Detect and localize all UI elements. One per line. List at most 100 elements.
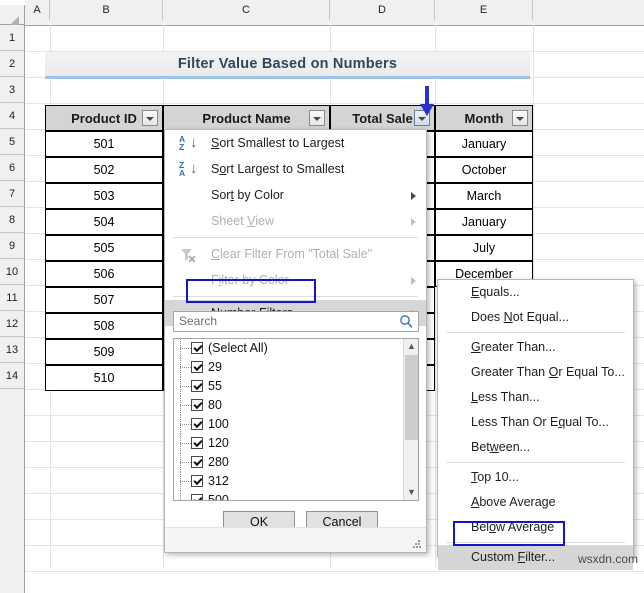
list-item[interactable]: 120	[174, 434, 418, 453]
submenu-item-less-than[interactable]: Less Than...	[438, 385, 633, 410]
list-item[interactable]: 80	[174, 396, 418, 415]
filter-button-month[interactable]	[512, 110, 528, 126]
column-header-f[interactable]	[533, 0, 644, 20]
cell-month[interactable]: October	[435, 157, 533, 183]
checkbox[interactable]	[191, 418, 203, 430]
list-item-label: 80	[208, 398, 222, 412]
list-item[interactable]: (Select All)	[174, 339, 418, 358]
row-header-12[interactable]: 12	[0, 311, 25, 337]
list-item-label: 500	[208, 493, 229, 501]
checkbox[interactable]	[191, 494, 203, 500]
cell-product-id[interactable]: 501	[45, 131, 163, 157]
cell-product-id[interactable]: 502	[45, 157, 163, 183]
chevron-down-icon	[146, 117, 154, 121]
highlight-box-number-filters	[186, 279, 316, 303]
magnifier-icon[interactable]	[399, 314, 414, 332]
resize-grip-icon[interactable]	[413, 540, 421, 548]
submenu-separator	[446, 462, 625, 463]
cell-product-id[interactable]: 505	[45, 235, 163, 261]
submenu-item-equals[interactable]: Equals...	[438, 280, 633, 305]
submenu-item-label: Less Than Or Equal To...	[471, 415, 609, 429]
list-item[interactable]: 312	[174, 472, 418, 491]
row-header-13[interactable]: 13	[0, 337, 25, 363]
row-header-4[interactable]: 4	[0, 103, 25, 129]
menu-item-sort-largest-to-smallest[interactable]: Sort Largest to Smallest Z A ↓	[165, 156, 426, 182]
row-header-3[interactable]: 3	[0, 77, 25, 103]
cell-product-id[interactable]: 504	[45, 209, 163, 235]
column-header-a[interactable]: A	[25, 0, 50, 20]
submenu-item-above-average[interactable]: Above Average	[438, 490, 633, 515]
list-item-label: 100	[208, 417, 229, 431]
submenu-separator	[446, 332, 625, 333]
list-item[interactable]: 280	[174, 453, 418, 472]
list-item-label: (Select All)	[208, 341, 268, 355]
submenu-item-label: Above Average	[471, 495, 556, 509]
submenu-item-between[interactable]: Between...	[438, 435, 633, 460]
cell-product-id[interactable]: 509	[45, 339, 163, 365]
filter-button-product-name[interactable]	[309, 110, 325, 126]
row-header-8[interactable]: 8	[0, 207, 25, 233]
scroll-up-icon[interactable]: ▲	[404, 339, 418, 354]
row-header-6[interactable]: 6	[0, 155, 25, 181]
checkbox[interactable]	[191, 456, 203, 468]
row-header-9[interactable]: 9	[0, 233, 25, 259]
checkbox[interactable]	[191, 475, 203, 487]
column-header-b[interactable]: B	[50, 0, 163, 20]
cell-month[interactable]: January	[435, 209, 533, 235]
cell-product-id[interactable]: 508	[45, 313, 163, 339]
autofilter-dropdown-panel: Sort Smallest to Largest A Z ↓ Sort Largest …	[164, 129, 427, 553]
scrollbar-thumb[interactable]	[405, 355, 418, 440]
checkbox[interactable]	[191, 361, 203, 373]
submenu-item-less-than-or-equal-to[interactable]: Less Than Or Equal To...	[438, 410, 633, 435]
scroll-down-icon[interactable]: ▼	[404, 485, 418, 500]
submenu-item-label: Equals...	[471, 285, 520, 299]
cell-month[interactable]: January	[435, 131, 533, 157]
filter-value-list[interactable]: (Select All) 29 55 80 100 120 280 312 500 ▲ ▼	[173, 338, 419, 501]
submenu-item-does-not-equal[interactable]: Does Not Equal...	[438, 305, 633, 330]
cell-month[interactable]: July	[435, 235, 533, 261]
row-header-5[interactable]: 5	[0, 129, 25, 155]
list-scrollbar[interactable]: ▲ ▼	[403, 339, 418, 500]
menu-item-sort-smallest-to-largest[interactable]: Sort Smallest to Largest A Z ↓	[165, 130, 426, 156]
list-item[interactable]: 55	[174, 377, 418, 396]
filter-value-rows: (Select All) 29 55 80 100 120 280 312 500	[174, 339, 418, 501]
row-header-14[interactable]: 14	[0, 363, 25, 389]
list-item-label: 55	[208, 379, 222, 393]
sheet-title-banner: Filter Value Based on Numbers	[45, 52, 530, 79]
row-header-11[interactable]: 11	[0, 285, 25, 311]
row-header-10[interactable]: 10	[0, 259, 25, 285]
column-header-c[interactable]: C	[163, 0, 330, 20]
column-header-d[interactable]: D	[330, 0, 435, 20]
list-item[interactable]: 29	[174, 358, 418, 377]
row-header-1[interactable]: 1	[0, 25, 25, 51]
select-all-corner[interactable]	[0, 5, 25, 25]
submenu-item-greater-than[interactable]: Greater Than...	[438, 335, 633, 360]
page-title: Filter Value Based on Numbers	[177, 56, 398, 72]
search-input[interactable]: Search	[173, 311, 419, 332]
list-item-label: 280	[208, 455, 229, 469]
checkbox[interactable]	[191, 437, 203, 449]
filter-button-product-id[interactable]	[142, 110, 158, 126]
column-header-e[interactable]: E	[435, 0, 533, 20]
submenu-item-greater-than-or-equal-to[interactable]: Greater Than Or Equal To...	[438, 360, 633, 385]
list-item[interactable]: 500	[174, 491, 418, 501]
row-header-7[interactable]: 7	[0, 181, 25, 207]
checkbox[interactable]	[191, 342, 203, 354]
cell-product-id[interactable]: 510	[45, 365, 163, 391]
cell-month[interactable]: March	[435, 183, 533, 209]
submenu-item-label: Does Not Equal...	[471, 310, 569, 324]
submenu-item-label: Greater Than Or Equal To...	[471, 365, 625, 379]
chevron-down-icon	[313, 117, 321, 121]
cell-product-id[interactable]: 506	[45, 261, 163, 287]
menu-item-sort-by-color[interactable]: Sort by Color	[165, 182, 426, 208]
checkbox[interactable]	[191, 380, 203, 392]
number-filters-submenu: Equals... Does Not Equal... Greater Than..…	[437, 279, 634, 570]
checkbox[interactable]	[191, 399, 203, 411]
chevron-down-icon	[418, 117, 426, 121]
cell-product-id[interactable]: 503	[45, 183, 163, 209]
submenu-item-top-10[interactable]: Top 10...	[438, 465, 633, 490]
row-header-2[interactable]: 2	[0, 51, 25, 77]
list-item[interactable]: 100	[174, 415, 418, 434]
submenu-item-label: Less Than...	[471, 390, 540, 404]
cell-product-id[interactable]: 507	[45, 287, 163, 313]
